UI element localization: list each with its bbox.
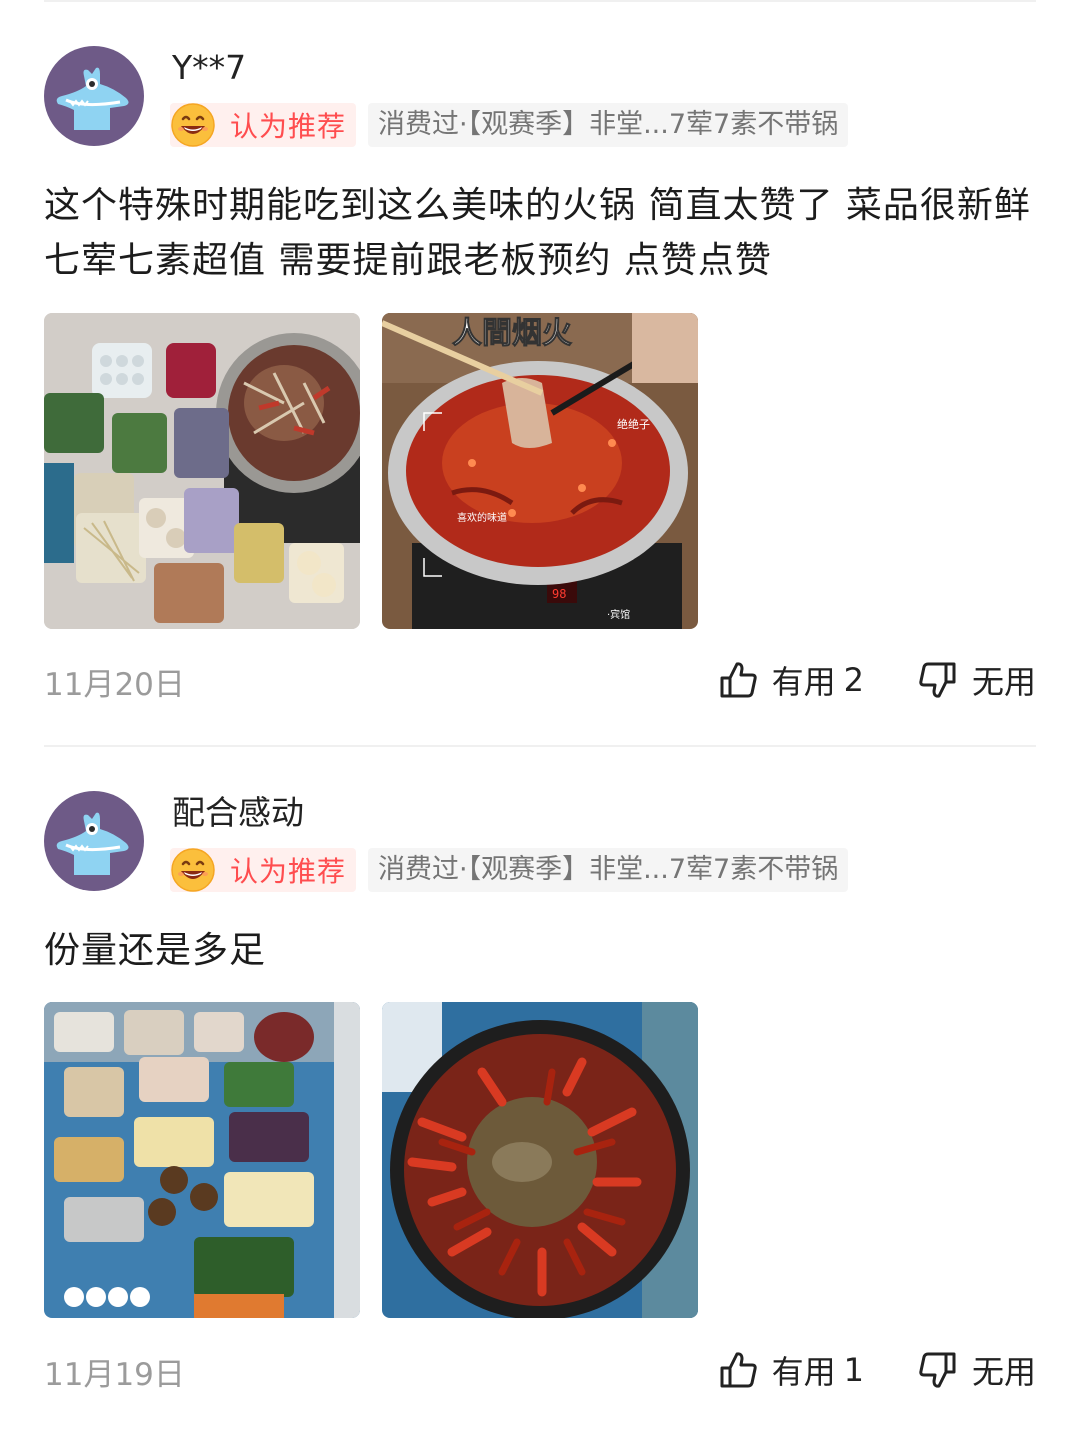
useful-label: 有用 xyxy=(771,1353,836,1391)
user-avatar[interactable] xyxy=(44,46,144,146)
useful-label: 有用 xyxy=(771,663,836,701)
top-divider xyxy=(44,0,1036,2)
review-footer: 11月20日 有用 2 无用 xyxy=(44,655,1036,705)
thumbs-down-icon xyxy=(919,662,956,698)
dinosaur-avatar-icon xyxy=(44,46,144,146)
consumed-tag[interactable]: 消费过·【观赛季】非堂...7荤7素不带锅 xyxy=(368,848,849,892)
tag-row: 认为推荐 消费过·【观赛季】非堂...7荤7素不带锅 xyxy=(170,847,849,893)
photo-note-text: 喜欢的味道 xyxy=(457,511,507,524)
review-photo[interactable] xyxy=(44,313,360,629)
useless-button[interactable]: 无用 xyxy=(918,655,1036,705)
thumbs-up-icon xyxy=(720,662,757,698)
grinning-face-icon xyxy=(171,848,215,892)
hotpot-ingredients-photo xyxy=(44,313,360,629)
tag-row: 认为推荐 消费过·【观赛季】非堂...7荤7素不带锅 xyxy=(170,102,849,148)
thumbs-up-icon xyxy=(720,1352,757,1388)
useless-button[interactable]: 无用 xyxy=(918,1345,1036,1395)
review-date: 11月20日 xyxy=(44,667,185,703)
recommend-label: 认为推荐 xyxy=(230,855,347,888)
review-divider xyxy=(44,745,1036,747)
review-photo[interactable] xyxy=(44,1002,360,1318)
stove-display-text: 98 xyxy=(552,587,566,601)
recommend-badge: 认为推荐 xyxy=(170,848,357,892)
recommend-label: 认为推荐 xyxy=(230,110,347,143)
photo-grid xyxy=(44,1002,698,1318)
review-date: 11月19日 xyxy=(44,1357,185,1393)
photo-note-text: 绝绝子 xyxy=(617,417,650,431)
hotpot-boiling-photo: 人間烟火 绝绝子 喜欢的味道 ·宾馆 98 xyxy=(382,313,698,629)
grinning-face-icon xyxy=(171,103,215,147)
useful-button[interactable]: 有用 1 xyxy=(718,1345,864,1395)
thumbs-down-icon xyxy=(919,1352,956,1388)
useful-count: 1 xyxy=(843,1351,864,1389)
useful-button[interactable]: 有用 2 xyxy=(718,655,864,705)
ingredients-table-photo xyxy=(44,1002,360,1318)
user-avatar[interactable] xyxy=(44,791,144,891)
useless-label: 无用 xyxy=(971,1353,1036,1391)
photo-note-text: ·宾馆 xyxy=(607,608,630,621)
photo-grid: 人間烟火 绝绝子 喜欢的味道 ·宾馆 98 xyxy=(44,313,698,629)
review-footer: 11月19日 有用 1 无用 xyxy=(44,1345,1036,1395)
dinosaur-avatar-icon xyxy=(44,791,144,891)
review-text: 份量还是多足 xyxy=(44,930,267,971)
photo-title-text: 人間烟火 xyxy=(452,316,572,351)
username[interactable]: 配合感动 xyxy=(172,793,304,833)
spicy-hotpot-photo xyxy=(382,1002,698,1318)
recommend-badge: 认为推荐 xyxy=(170,103,357,147)
review-photo[interactable] xyxy=(382,1002,698,1318)
username[interactable]: Y**7 xyxy=(172,48,246,88)
useless-label: 无用 xyxy=(971,663,1036,701)
review-photo[interactable]: 人間烟火 绝绝子 喜欢的味道 ·宾馆 98 xyxy=(382,313,698,629)
review-text: 这个特殊时期能吃到这么美味的火锅 简直太赞了 菜品很新鲜 七荤七素超值 需要提前… xyxy=(44,185,1031,281)
consumed-tag[interactable]: 消费过·【观赛季】非堂...7荤7素不带锅 xyxy=(368,103,849,147)
useful-count: 2 xyxy=(843,661,864,699)
